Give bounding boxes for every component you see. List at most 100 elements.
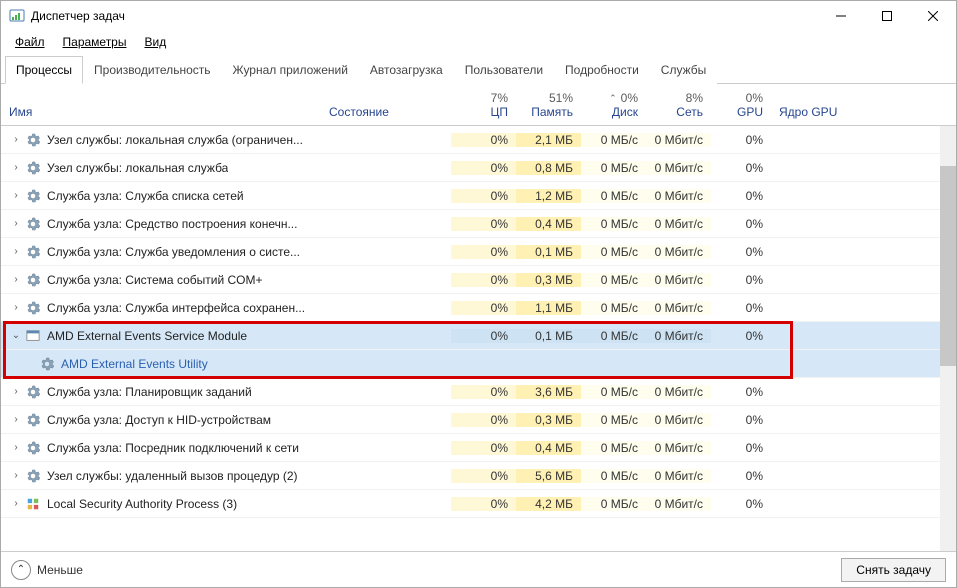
expand-icon[interactable]: › — [9, 218, 23, 229]
cell-net: 0 Мбит/с — [646, 413, 711, 427]
menubar: Файл Параметры Вид — [1, 31, 956, 55]
cell-net: 0 Мбит/с — [646, 161, 711, 175]
tab-6[interactable]: Службы — [650, 56, 717, 84]
tab-0[interactable]: Процессы — [5, 56, 83, 84]
close-button[interactable] — [910, 1, 956, 31]
cell-disk: 0 МБ/с — [581, 245, 646, 259]
cell-mem: 5,6 МБ — [516, 469, 581, 483]
col-network[interactable]: 8%Сеть — [646, 87, 711, 125]
cell-gpu: 0% — [711, 161, 771, 175]
col-disk[interactable]: ⌃0%Диск — [581, 87, 646, 125]
column-headers: Имя Состояние 7%ЦП 51%Память ⌃0%Диск 8%С… — [1, 84, 956, 126]
expand-icon[interactable]: › — [9, 246, 23, 257]
table-row[interactable]: ›Служба узла: Доступ к HID-устройствам0%… — [1, 406, 956, 434]
table-row[interactable]: › Узел службы: локальная служба (ограниче… — [1, 126, 956, 154]
menu-file[interactable]: Файл — [7, 33, 53, 51]
gear-icon — [25, 244, 41, 260]
gear-icon — [25, 216, 41, 232]
cell-gpu: 0% — [711, 385, 771, 399]
expand-icon[interactable]: › — [9, 162, 23, 173]
cell-mem: 4,2 МБ — [516, 497, 581, 511]
end-task-button[interactable]: Снять задачу — [841, 558, 946, 582]
collapse-icon[interactable]: ⌄ — [9, 330, 23, 341]
cell-disk: 0 МБ/с — [581, 469, 646, 483]
table-row[interactable]: ›Узел службы: локальная служба0%0,8 МБ0 … — [1, 154, 956, 182]
minimize-button[interactable] — [818, 1, 864, 31]
col-gpu-core[interactable]: Ядро GPU — [771, 101, 956, 125]
cell-disk: 0 МБ/с — [581, 413, 646, 427]
expand-icon[interactable]: › — [9, 442, 23, 453]
cell-mem: 1,1 МБ — [516, 301, 581, 315]
process-name: Узел службы: локальная служба — [47, 161, 228, 175]
tab-4[interactable]: Пользователи — [454, 56, 554, 84]
scrollbar-track[interactable] — [940, 126, 956, 551]
cell-gpu: 0% — [711, 273, 771, 287]
expand-icon[interactable]: › — [9, 134, 23, 145]
cell-disk: 0 МБ/с — [581, 189, 646, 203]
col-gpu[interactable]: 0%GPU — [711, 87, 771, 125]
process-name: Узел службы: локальная служба (ограничен… — [47, 133, 303, 147]
cell-cpu: 0% — [451, 469, 516, 483]
expand-icon[interactable]: › — [9, 414, 23, 425]
expand-icon[interactable]: › — [9, 498, 23, 509]
cell-disk: 0 МБ/с — [581, 385, 646, 399]
cell-gpu: 0% — [711, 301, 771, 315]
menu-options[interactable]: Параметры — [55, 33, 135, 51]
cell-cpu: 0% — [451, 497, 516, 511]
maximize-button[interactable] — [864, 1, 910, 31]
expand-icon[interactable]: › — [9, 274, 23, 285]
tab-5[interactable]: Подробности — [554, 56, 650, 84]
expand-icon[interactable]: › — [9, 302, 23, 313]
expand-icon[interactable]: › — [9, 386, 23, 397]
table-row[interactable]: ›Служба узла: Служба интерфейса сохранен… — [1, 294, 956, 322]
table-row[interactable]: ›Служба узла: Планировщик заданий0%3,6 М… — [1, 378, 956, 406]
table-row[interactable]: ⌄AMD External Events Service Module0%0,1… — [1, 322, 956, 350]
table-row[interactable]: ›Служба узла: Служба списка сетей0%1,2 М… — [1, 182, 956, 210]
process-name: Служба узла: Служба списка сетей — [47, 189, 244, 203]
cell-mem: 0,3 МБ — [516, 273, 581, 287]
process-name: Служба узла: Посредник подключений к сет… — [47, 441, 299, 455]
col-name[interactable]: Имя — [1, 101, 321, 125]
scrollbar-thumb[interactable] — [940, 166, 956, 366]
cell-gpu: 0% — [711, 413, 771, 427]
menu-view[interactable]: Вид — [136, 33, 174, 51]
sort-indicator-icon: ⌃ — [607, 93, 619, 104]
gear-icon — [25, 188, 41, 204]
cell-gpu: 0% — [711, 245, 771, 259]
table-row[interactable]: › Служба узла: Средство построения конечн… — [1, 210, 956, 238]
cell-mem: 0,4 МБ — [516, 217, 581, 231]
tab-1[interactable]: Производительность — [83, 56, 221, 84]
col-cpu[interactable]: 7%ЦП — [451, 87, 516, 125]
gear-icon — [25, 272, 41, 288]
process-name: Local Security Authority Process (3) — [47, 497, 237, 511]
table-row[interactable]: ›Служба узла: Служба уведомления о систе… — [1, 238, 956, 266]
tab-3[interactable]: Автозагрузка — [359, 56, 454, 84]
cell-cpu: 0% — [451, 245, 516, 259]
cell-net: 0 Мбит/с — [646, 133, 711, 147]
process-list[interactable]: › Узел службы: локальная служба (ограниче… — [1, 126, 956, 551]
cell-net: 0 Мбит/с — [646, 189, 711, 203]
table-row[interactable]: › Local Security Authority Process (3) 0%4… — [1, 490, 956, 518]
expand-icon[interactable]: › — [9, 190, 23, 201]
cell-mem: 0,1 МБ — [516, 245, 581, 259]
table-row[interactable]: › Служба узла: Посредник подключений к се… — [1, 434, 956, 462]
cell-mem: 1,2 МБ — [516, 189, 581, 203]
table-row[interactable]: AMD External Events Utility — [1, 350, 956, 378]
cell-mem: 0,3 МБ — [516, 413, 581, 427]
tab-2[interactable]: Журнал приложений — [222, 56, 359, 84]
expand-icon[interactable]: › — [9, 470, 23, 481]
cell-gpu: 0% — [711, 217, 771, 231]
cell-net: 0 Мбит/с — [646, 385, 711, 399]
process-name: Служба узла: Средство построения конечн.… — [47, 217, 297, 231]
tabs: ПроцессыПроизводительностьЖурнал приложе… — [1, 55, 956, 84]
fewer-details-button[interactable]: ⌃ Меньше — [11, 560, 83, 580]
col-memory[interactable]: 51%Память — [516, 87, 581, 125]
cell-mem: 2,1 МБ — [516, 133, 581, 147]
cell-mem: 0,1 МБ — [516, 329, 581, 343]
shield-icon — [25, 496, 41, 512]
table-row[interactable]: ›Узел службы: удаленный вызов процедур (… — [1, 462, 956, 490]
table-row[interactable]: ›Служба узла: Система событий COM+0%0,3 … — [1, 266, 956, 294]
col-status[interactable]: Состояние — [321, 101, 451, 125]
cell-disk: 0 МБ/с — [581, 161, 646, 175]
cell-disk: 0 МБ/с — [581, 497, 646, 511]
